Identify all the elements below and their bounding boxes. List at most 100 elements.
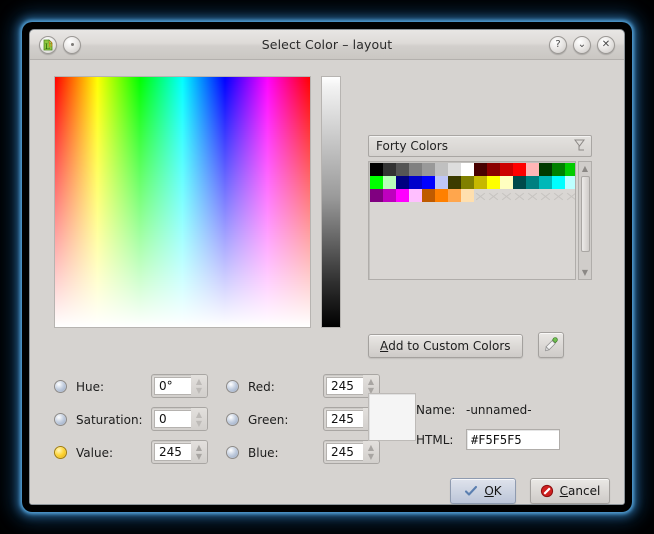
palette-swatch[interactable] — [435, 163, 448, 176]
value-input[interactable]: 245 — [154, 443, 191, 461]
palette-swatch[interactable] — [461, 176, 474, 189]
palette-swatch-empty[interactable] — [500, 189, 513, 202]
palette-swatch[interactable] — [487, 176, 500, 189]
stepper-up-icon[interactable]: ▲ — [196, 443, 202, 452]
palette-swatch[interactable] — [422, 163, 435, 176]
palette-swatch-empty[interactable] — [552, 189, 565, 202]
scroll-up-icon[interactable]: ▲ — [579, 162, 591, 175]
radio-hue[interactable] — [54, 380, 67, 393]
palette-swatch[interactable] — [474, 176, 487, 189]
stepper-down-icon[interactable]: ▼ — [196, 452, 202, 461]
hue-input[interactable]: 0° — [154, 377, 191, 395]
palette-swatch[interactable] — [370, 176, 383, 189]
value-spinbox[interactable]: 245 ▲ ▼ — [151, 440, 208, 464]
blue-spinbox[interactable]: 245 ▲ ▼ — [323, 440, 380, 464]
palette-swatch[interactable] — [422, 176, 435, 189]
stepper-down-icon[interactable]: ▼ — [368, 452, 374, 461]
stepper-down-icon[interactable]: ▼ — [196, 419, 202, 428]
palette-swatch[interactable] — [552, 163, 565, 176]
stepper-up-icon[interactable]: ▲ — [368, 377, 374, 386]
saturation-input[interactable]: 0 — [154, 410, 191, 428]
palette-swatch[interactable] — [487, 163, 500, 176]
palette-swatch[interactable] — [513, 163, 526, 176]
palette-swatch[interactable] — [435, 176, 448, 189]
channel-row-green[interactable]: Green: — [226, 403, 288, 436]
channel-row-hue[interactable]: Hue: — [54, 370, 143, 403]
radio-saturation[interactable] — [54, 413, 67, 426]
palette-swatch[interactable] — [396, 176, 409, 189]
palette-swatch[interactable] — [513, 176, 526, 189]
palette-swatch[interactable] — [565, 163, 575, 176]
palette-swatch[interactable] — [370, 163, 383, 176]
stepper-up-icon[interactable]: ▲ — [368, 443, 374, 452]
palette-swatch[interactable] — [409, 189, 422, 202]
ok-button[interactable]: OK — [450, 478, 516, 504]
palette-swatch[interactable] — [552, 176, 565, 189]
palette-swatch[interactable] — [383, 163, 396, 176]
saturation-spinbox[interactable]: 0 ▲ ▼ — [151, 407, 208, 431]
palette-swatch[interactable] — [396, 163, 409, 176]
green-input[interactable]: 245 — [326, 410, 363, 428]
stepper-up-icon[interactable]: ▲ — [196, 410, 202, 419]
cancel-button[interactable]: Cancel — [530, 478, 610, 504]
hue-saturation-map[interactable] — [54, 76, 311, 328]
value-stepper[interactable]: ▲ ▼ — [191, 441, 207, 463]
palette-swatch[interactable] — [500, 163, 513, 176]
hue-stepper[interactable]: ▲ ▼ — [191, 375, 207, 397]
palette-swatch[interactable] — [461, 189, 474, 202]
scrollbar-thumb[interactable] — [580, 176, 590, 252]
channel-row-value[interactable]: Value: — [54, 436, 143, 469]
channel-row-red[interactable]: Red: — [226, 370, 288, 403]
palette-swatch[interactable] — [448, 189, 461, 202]
palette-swatch[interactable] — [526, 163, 539, 176]
palette-swatch[interactable] — [461, 163, 474, 176]
palette-swatch-empty[interactable] — [565, 189, 575, 202]
palette-swatch-list[interactable] — [368, 161, 576, 280]
shade-button[interactable]: ⌄ — [573, 35, 591, 54]
palette-swatch[interactable] — [383, 176, 396, 189]
palette-swatch[interactable] — [448, 176, 461, 189]
palette-swatch[interactable] — [435, 189, 448, 202]
radio-red[interactable] — [226, 380, 239, 393]
palette-swatch[interactable] — [448, 163, 461, 176]
palette-swatch[interactable] — [526, 176, 539, 189]
help-button[interactable]: ? — [549, 35, 567, 54]
palette-swatch-empty[interactable] — [526, 189, 539, 202]
palette-swatch[interactable] — [474, 163, 487, 176]
palette-select[interactable]: Forty Colors — [368, 135, 592, 157]
palette-swatch-empty[interactable] — [539, 189, 552, 202]
radio-green[interactable] — [226, 413, 239, 426]
palette-swatch[interactable] — [422, 189, 435, 202]
palette-swatch[interactable] — [539, 163, 552, 176]
app-icon[interactable]: L B — [39, 35, 57, 54]
palette-swatch[interactable] — [565, 176, 575, 189]
red-input[interactable]: 245 — [326, 377, 363, 395]
palette-swatch-empty[interactable] — [487, 189, 500, 202]
blue-stepper[interactable]: ▲ ▼ — [363, 441, 379, 463]
radio-value[interactable] — [54, 446, 67, 459]
palette-swatch[interactable] — [383, 189, 396, 202]
palette-scrollbar[interactable]: ▲ ▼ — [578, 161, 592, 280]
palette-swatch-empty[interactable] — [474, 189, 487, 202]
hue-spinbox[interactable]: 0° ▲ ▼ — [151, 374, 208, 398]
stay-on-top-button[interactable] — [63, 35, 81, 54]
stepper-down-icon[interactable]: ▼ — [196, 386, 202, 395]
palette-swatch[interactable] — [539, 176, 552, 189]
stepper-up-icon[interactable]: ▲ — [196, 377, 202, 386]
color-picker-button[interactable] — [538, 332, 564, 358]
channel-row-saturation[interactable]: Saturation: — [54, 403, 143, 436]
blue-input[interactable]: 245 — [326, 443, 363, 461]
palette-swatch[interactable] — [409, 176, 422, 189]
palette-swatch[interactable] — [409, 163, 422, 176]
channel-row-blue[interactable]: Blue: — [226, 436, 288, 469]
palette-swatch-empty[interactable] — [513, 189, 526, 202]
palette-swatch[interactable] — [500, 176, 513, 189]
radio-blue[interactable] — [226, 446, 239, 459]
palette-swatch[interactable] — [396, 189, 409, 202]
html-input[interactable]: #F5F5F5 — [466, 429, 560, 450]
scroll-down-icon[interactable]: ▼ — [579, 266, 591, 279]
title-bar[interactable]: L B Select Color – layout ? ⌄ ✕ — [30, 30, 624, 60]
saturation-stepper[interactable]: ▲ ▼ — [191, 408, 207, 430]
add-to-custom-colors-button[interactable]: Add to Custom Colors — [368, 334, 523, 358]
close-button[interactable]: ✕ — [597, 35, 615, 54]
